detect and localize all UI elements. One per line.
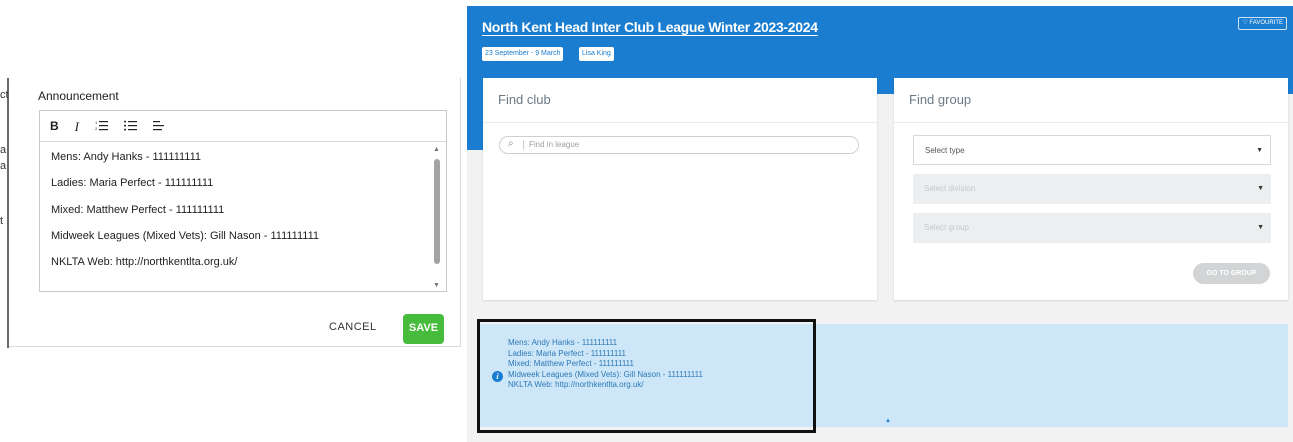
club-search-input[interactable]: ⌕ Find in league bbox=[499, 136, 859, 154]
type-select-value: Select type bbox=[925, 146, 965, 155]
clipped-text: a bbox=[0, 160, 7, 172]
svg-text:2: 2 bbox=[95, 126, 98, 131]
find-group-card: Find group Select type ▼ Select division… bbox=[894, 78, 1288, 300]
unordered-list-icon[interactable] bbox=[124, 120, 138, 133]
rich-text-editor[interactable]: B I 12 Mens: Andy Hanks - 111111111 Ladi… bbox=[39, 110, 447, 292]
editor-line: Mixed: Matthew Perfect - 111111111 bbox=[51, 203, 225, 216]
division-select-value: Select division bbox=[924, 184, 976, 193]
chevron-down-icon: ▼ bbox=[1257, 185, 1264, 192]
ordered-list-icon[interactable]: 12 bbox=[95, 120, 109, 133]
editor-line: Midweek Leagues (Mixed Vets): Gill Nason… bbox=[51, 229, 320, 242]
favourite-button[interactable]: ♡ FAVOURITE bbox=[1238, 17, 1287, 30]
background-page-edge: ct a a t bbox=[0, 78, 9, 348]
clipped-text: t bbox=[0, 215, 4, 227]
type-select[interactable]: Select type ▼ bbox=[913, 135, 1271, 165]
search-placeholder: Find in league bbox=[529, 140, 580, 149]
go-to-group-button[interactable]: GO TO GROUP bbox=[1193, 263, 1270, 284]
editor-content[interactable]: Mens: Andy Hanks - 111111111 Ladies: Mar… bbox=[40, 142, 430, 291]
editor-line: NKLTA Web: http://northkentlta.org.uk/ bbox=[51, 256, 238, 269]
group-select[interactable]: Select group ▼ bbox=[913, 213, 1271, 243]
date-range-badge: 23 September - 9 March bbox=[482, 47, 564, 61]
clipped-text: ct bbox=[0, 89, 9, 101]
find-club-card: Find club ⌕ Find in league bbox=[483, 78, 877, 300]
editor-toolbar: B I 12 bbox=[40, 111, 446, 142]
division-select[interactable]: Select division ▼ bbox=[913, 174, 1271, 204]
align-left-icon[interactable] bbox=[153, 120, 165, 133]
italic-icon[interactable]: I bbox=[75, 120, 79, 133]
league-title[interactable]: North Kent Head Inter Club League Winter… bbox=[482, 19, 818, 35]
highlight-frame bbox=[477, 319, 816, 433]
scroll-down-icon[interactable]: ▼ bbox=[433, 282, 440, 289]
chevron-down-icon: ▼ bbox=[1256, 147, 1263, 154]
find-group-title: Find group bbox=[894, 78, 1288, 123]
announcement-label: Announcement bbox=[38, 89, 119, 103]
editor-scrollbar[interactable]: ▲ ▼ bbox=[430, 142, 446, 291]
search-icon: ⌕ bbox=[508, 138, 514, 149]
editor-line: Ladies: Maria Perfect - 111111111 bbox=[51, 177, 214, 190]
cancel-button[interactable]: CANCEL bbox=[329, 321, 377, 333]
editor-line: Mens: Andy Hanks - 111111111 bbox=[51, 151, 202, 163]
scroll-up-icon[interactable]: ▲ bbox=[433, 146, 440, 153]
svg-text:1: 1 bbox=[95, 120, 98, 125]
save-button[interactable]: SAVE bbox=[403, 314, 444, 344]
announcement-dialog: Announcement B I 12 Mens: Andy Hanks - 1… bbox=[9, 78, 461, 347]
search-divider bbox=[523, 140, 524, 150]
organiser-badge[interactable]: Lisa King bbox=[579, 47, 614, 61]
group-select-value: Select group bbox=[924, 223, 969, 232]
scrollbar-thumb[interactable] bbox=[434, 159, 440, 264]
clipped-text: a bbox=[0, 144, 7, 156]
collapse-arrow-icon[interactable]: ▲ bbox=[885, 418, 891, 424]
find-club-title: Find club bbox=[483, 78, 877, 123]
chevron-down-icon: ▼ bbox=[1257, 224, 1264, 231]
bold-icon[interactable]: B bbox=[50, 120, 59, 132]
